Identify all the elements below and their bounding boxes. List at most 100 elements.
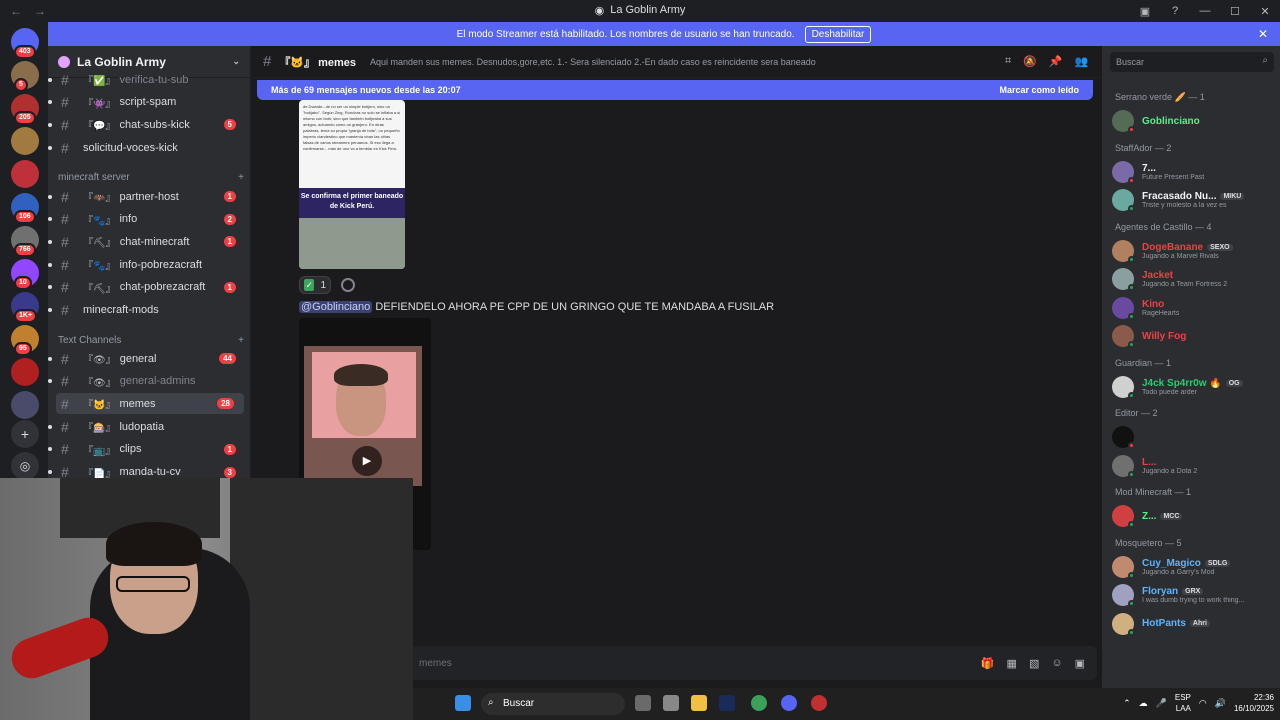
forward-arrow-icon[interactable]: →: [34, 4, 46, 18]
channel-general[interactable]: # 『👁』 general 44: [48, 348, 246, 369]
channel-minecraft-mods[interactable]: # minecraft-mods: [48, 300, 246, 321]
member-item[interactable]: L... Jugando a Dota 2: [1112, 453, 1276, 479]
server-icon[interactable]: [11, 160, 39, 188]
member-item[interactable]: DogeBanane SEXO Jugando a Marvel Rivals: [1112, 238, 1276, 264]
server-icon[interactable]: [11, 358, 39, 386]
member-item[interactable]: Z... MCC: [1112, 503, 1276, 529]
add-server-icon[interactable]: +: [11, 420, 39, 448]
photoshop-icon[interactable]: [719, 695, 735, 711]
member-item[interactable]: Willy Fog: [1112, 323, 1276, 349]
add-channel-icon[interactable]: +: [238, 335, 244, 346]
discover-icon[interactable]: ◎: [11, 452, 39, 480]
channel-chat-pobrezacraft[interactable]: # 『⛏』 chat-pobrezacraft 1: [48, 277, 246, 298]
user-mention[interactable]: @Goblinciano: [299, 301, 373, 313]
channel-emoji-prefix: 『👁』: [83, 355, 116, 366]
minimize-button[interactable]: —: [1190, 5, 1220, 17]
channel-info[interactable]: # 『🐾』 info 2: [48, 209, 246, 230]
back-arrow-icon[interactable]: ←: [10, 4, 22, 18]
app-icon[interactable]: [811, 695, 827, 711]
category-minecraft-server[interactable]: minecraft server +: [58, 172, 244, 183]
channel-chat-subs-kick[interactable]: # 『💬』 chat-subs-kick 5: [48, 114, 246, 135]
add-channel-icon[interactable]: +: [238, 172, 244, 183]
disable-streamer-button[interactable]: Deshabilitar: [804, 25, 872, 43]
message-composer[interactable]: memes 🎁 ▦ ▧ ☺ ▣: [407, 646, 1097, 680]
avatar: [1112, 555, 1135, 579]
start-icon[interactable]: [455, 695, 471, 711]
chrome-icon[interactable]: [751, 695, 767, 711]
meme-image-attachment[interactable]: de Dwarde– de no ser un simple botijero,…: [299, 100, 405, 269]
search-input[interactable]: Buscar ⌕: [1110, 52, 1274, 72]
member-item[interactable]: Goblinciano: [1112, 108, 1276, 134]
threads-icon[interactable]: ⌗: [1005, 55, 1011, 68]
channel-script-spam[interactable]: # 『👾』 script-spam: [48, 92, 246, 113]
category-text-channels[interactable]: Text Channels +: [58, 335, 244, 346]
channel-label: chat-pobrezacraft: [119, 281, 206, 294]
member-item[interactable]: Fracasado Nu... MIKU Triste y molesto a la…: [1112, 187, 1276, 213]
mic-icon[interactable]: 🎤: [1156, 698, 1167, 709]
channel-ludopatia[interactable]: # 『🎰』 ludopatia: [48, 416, 246, 437]
apps-icon[interactable]: ▣: [1075, 657, 1085, 670]
wifi-icon[interactable]: ◠: [1199, 698, 1207, 709]
pin-icon[interactable]: 📌: [1049, 55, 1063, 68]
sticker-icon[interactable]: ▧: [1029, 657, 1039, 670]
play-icon[interactable]: ▶: [352, 446, 382, 476]
avatar: [1112, 375, 1135, 399]
hash-icon: #: [61, 441, 69, 458]
channel-label: chat-subs-kick: [119, 118, 190, 131]
inbox-icon[interactable]: ▣: [1130, 5, 1160, 18]
gift-icon[interactable]: 🎁: [981, 657, 995, 670]
help-icon[interactable]: ?: [1160, 5, 1190, 17]
member-item[interactable]: 7... Future Present Past: [1112, 159, 1276, 185]
clock[interactable]: 22:36 16/10/2025: [1234, 692, 1274, 714]
channel-info-pobrezacraft[interactable]: # 『🐾』 info-pobrezacraft: [48, 254, 246, 275]
task-view-icon[interactable]: [635, 695, 651, 711]
channel-general-admins[interactable]: # 『👁』 general-admins: [48, 371, 246, 392]
cloud-icon[interactable]: ☁: [1139, 698, 1148, 709]
member-name-row: Jacket: [1142, 270, 1227, 281]
discord-icon[interactable]: [781, 695, 797, 711]
channel-memes[interactable]: # 『🐱』 memes 28: [56, 393, 244, 415]
gif-icon[interactable]: ▦: [1007, 657, 1017, 670]
mark-as-read-button[interactable]: Marcar como leído: [999, 85, 1079, 95]
banner-text: El modo Streamer está habilitado. Los no…: [456, 28, 795, 40]
member-item[interactable]: Jacket Jugando a Team Fortress 2: [1112, 266, 1276, 292]
new-messages-bar[interactable]: Más de 69 mensajes nuevos desde las 20:0…: [257, 80, 1093, 100]
status-dot: [1128, 176, 1135, 184]
language-indicator[interactable]: ESP LAA: [1175, 692, 1191, 714]
app-icon[interactable]: [663, 695, 679, 711]
channel-chat-minecraft[interactable]: # 『⛏』 chat-minecraft 1: [48, 231, 246, 252]
member-list-icon[interactable]: 👥: [1075, 55, 1089, 68]
channel-clips[interactable]: # 『📺』 clips 1: [48, 439, 246, 460]
member-item[interactable]: J4ck Sp4rr0w 🔥 OG Todo puede arder: [1112, 374, 1276, 400]
unread-dot: [48, 145, 52, 150]
guild-icon: [58, 55, 70, 68]
server-icon[interactable]: [11, 391, 39, 419]
taskbar-search[interactable]: ⌕ Buscar: [481, 693, 625, 715]
volume-icon[interactable]: 🔊: [1215, 698, 1226, 709]
member-item[interactable]: [1112, 424, 1276, 450]
video-frame: ▶: [304, 346, 422, 486]
member-item[interactable]: HotPants Ahri: [1112, 611, 1276, 637]
member-item[interactable]: Kino RageHearts: [1112, 295, 1276, 321]
maximize-button[interactable]: ☐: [1220, 5, 1250, 18]
emoji-icon[interactable]: ☺: [1051, 657, 1062, 670]
channel-topic[interactable]: Aqui manden sus memes. Desnudos,gore,etc…: [370, 57, 816, 67]
close-window-button[interactable]: ✕: [1250, 5, 1280, 18]
member-info: Goblinciano: [1142, 116, 1200, 127]
channel-name-text: memes: [318, 56, 357, 69]
channel-partner-host[interactable]: # 『🦇』 partner-host 1: [48, 186, 246, 207]
add-reaction-icon[interactable]: [341, 278, 355, 292]
member-item[interactable]: Floryan GRX I was dumb trying to work thin…: [1112, 582, 1276, 608]
close-banner-icon[interactable]: ✕: [1258, 27, 1268, 41]
channel-verifica-tu-sub[interactable]: # 『✅』 verifica-tu-sub: [48, 69, 246, 90]
server-icon[interactable]: [11, 127, 39, 155]
notification-bell-icon[interactable]: 🔕: [1023, 55, 1037, 68]
member-item[interactable]: Cuy_Magico SDLG Jugando a Garry's Mod: [1112, 554, 1276, 580]
member-name: Jacket: [1142, 270, 1174, 281]
member-name: Kino: [1142, 298, 1165, 310]
file-explorer-icon[interactable]: [691, 695, 707, 711]
tray-chevron-icon[interactable]: ⌃: [1123, 698, 1131, 709]
reaction-check[interactable]: ✓ 1: [299, 276, 331, 294]
channel-solicitud-voces-kick[interactable]: # solicitud-voces-kick: [48, 137, 246, 158]
member-status: Jugando a Marvel Rivals: [1142, 252, 1219, 260]
